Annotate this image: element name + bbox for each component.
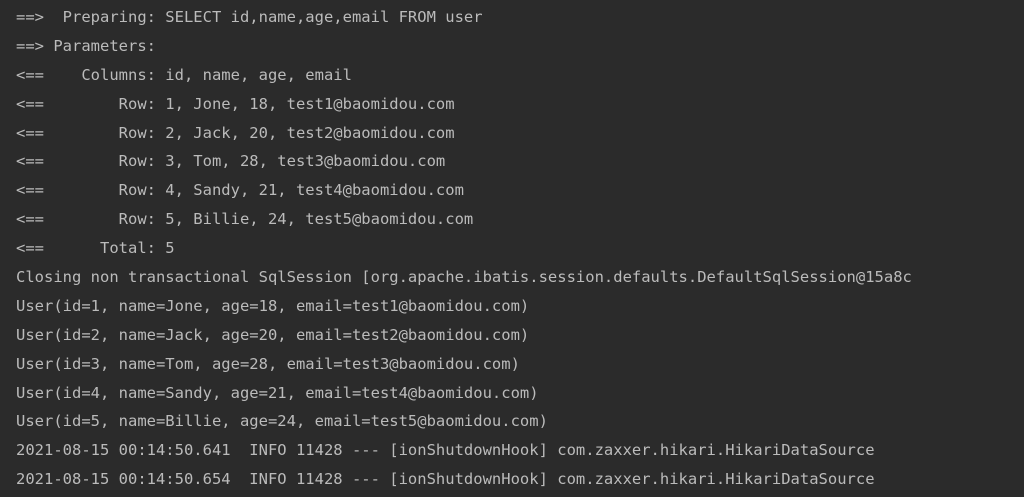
log-line-row: <== Row: 1, Jone, 18, test1@baomidou.com bbox=[16, 94, 455, 113]
console-output[interactable]: ==> Preparing: SELECT id,name,age,email … bbox=[0, 0, 1024, 497]
log-line-row: <== Row: 5, Billie, 24, test5@baomidou.c… bbox=[16, 210, 474, 229]
log-line-user: User(id=4, name=Sandy, age=21, email=tes… bbox=[16, 383, 539, 402]
log-line-user: User(id=3, name=Tom, age=28, email=test3… bbox=[16, 354, 520, 373]
log-line-user: User(id=5, name=Billie, age=24, email=te… bbox=[16, 412, 548, 431]
log-line-user: User(id=2, name=Jack, age=20, email=test… bbox=[16, 325, 530, 344]
log-line-info: 2021-08-15 00:14:50.654 INFO 11428 --- [… bbox=[16, 470, 875, 489]
log-line-row: <== Row: 4, Sandy, 21, test4@baomidou.co… bbox=[16, 181, 464, 200]
log-line-row: <== Row: 3, Tom, 28, test3@baomidou.com bbox=[16, 152, 446, 171]
log-line-user: User(id=1, name=Jone, age=18, email=test… bbox=[16, 296, 530, 315]
log-line-columns: <== Columns: id, name, age, email bbox=[16, 65, 352, 84]
log-line-closing-session: Closing non transactional SqlSession [or… bbox=[16, 268, 912, 287]
log-line-row: <== Row: 2, Jack, 20, test2@baomidou.com bbox=[16, 123, 455, 142]
log-line-total: <== Total: 5 bbox=[16, 239, 175, 258]
log-line-preparing: ==> Preparing: SELECT id,name,age,email … bbox=[16, 8, 483, 26]
log-line-info: 2021-08-15 00:14:50.641 INFO 11428 --- [… bbox=[16, 441, 875, 460]
log-line-parameters: ==> Parameters: bbox=[16, 36, 166, 55]
